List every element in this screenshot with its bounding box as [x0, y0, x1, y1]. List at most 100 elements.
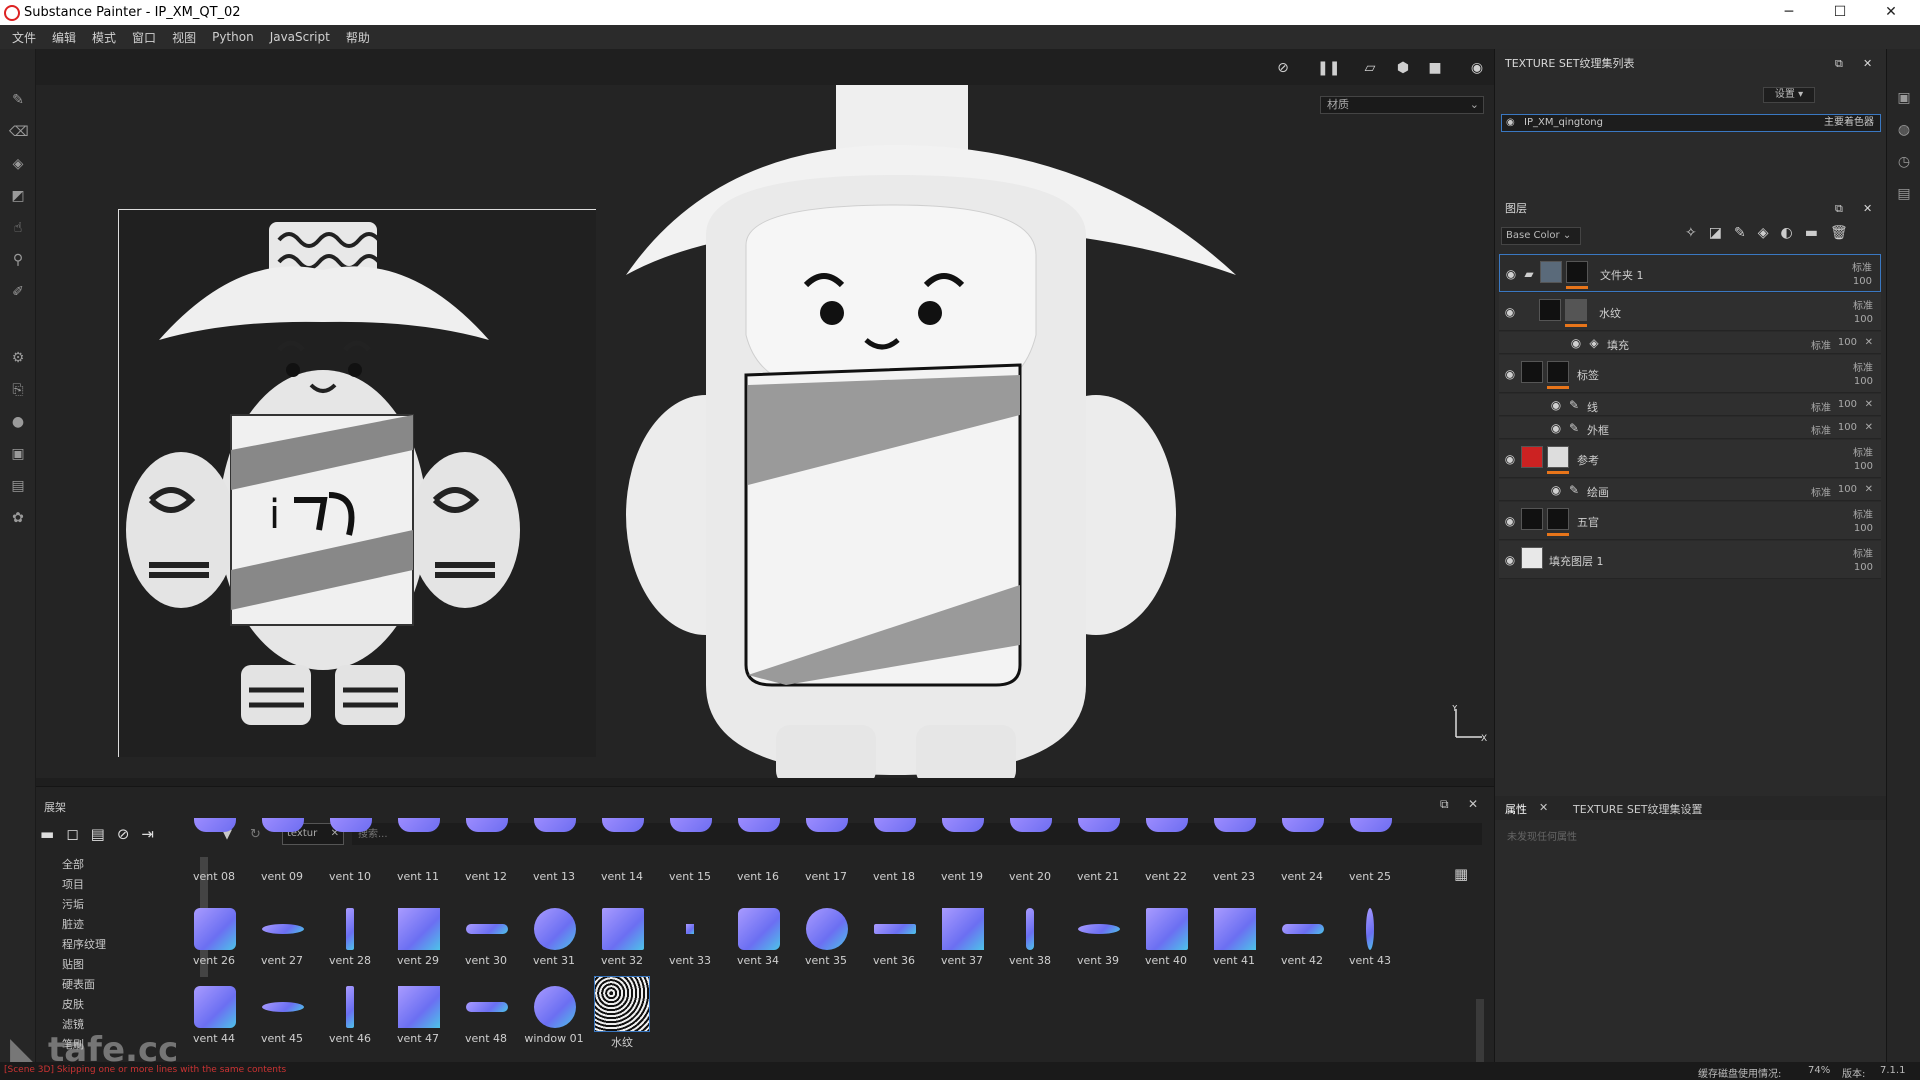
- close-button[interactable]: ✕: [1868, 0, 1914, 25]
- paint-brush-icon[interactable]: ✎: [9, 91, 27, 109]
- blend-mode[interactable]: 标准: [1853, 359, 1873, 374]
- shelf-item[interactable]: vent 32: [588, 902, 656, 980]
- shelf-item[interactable]: vent 15: [656, 818, 724, 896]
- shelf-item[interactable]: vent 08: [180, 818, 248, 896]
- close-icon[interactable]: ✕: [1863, 194, 1872, 224]
- delete-icon[interactable]: 🗑: [1830, 225, 1860, 241]
- shelf-item[interactable]: window 01: [520, 980, 588, 1058]
- menu-mode[interactable]: 模式: [84, 29, 124, 46]
- shelf-item[interactable]: vent 38: [996, 902, 1064, 980]
- menu-file[interactable]: 文件: [4, 29, 44, 46]
- material-mode-select[interactable]: 材质 ⌄: [1320, 96, 1484, 114]
- eye-icon[interactable]: ◉: [1506, 115, 1515, 131]
- eraser-icon[interactable]: ⌫: [9, 123, 29, 141]
- shelf-item[interactable]: vent 28: [316, 902, 384, 980]
- remove-effect-icon[interactable]: ✕: [1865, 484, 1873, 495]
- layer-row[interactable]: ◉ ▰ 文件夹 1 标准 100: [1499, 254, 1881, 292]
- eye-icon[interactable]: ◉: [1503, 305, 1517, 319]
- shelf-item[interactable]: vent 23: [1200, 818, 1268, 896]
- new-item-icon[interactable]: ◻: [66, 825, 90, 843]
- blend-mode[interactable]: 标准: [1853, 506, 1873, 521]
- layer-row[interactable]: ◉ 填充图层 1 标准 100: [1499, 541, 1881, 579]
- opacity[interactable]: 100: [1838, 399, 1857, 410]
- remove-effect-icon[interactable]: ✕: [1865, 399, 1873, 410]
- opacity[interactable]: 100: [1854, 523, 1873, 534]
- eye-icon[interactable]: ◉: [1503, 514, 1517, 528]
- shelf-item[interactable]: vent 31: [520, 902, 588, 980]
- opacity[interactable]: 100: [1854, 376, 1873, 387]
- shelf-item[interactable]: vent 18: [860, 818, 928, 896]
- layer-mask-thumbnail[interactable]: [1565, 299, 1587, 321]
- shelf-category[interactable]: 皮肤: [62, 996, 84, 1012]
- photoshop-icon[interactable]: ▣: [9, 445, 27, 463]
- shelf-item[interactable]: vent 33: [656, 902, 724, 980]
- projection-icon[interactable]: ◈: [9, 155, 27, 173]
- opacity[interactable]: 100: [1853, 276, 1872, 287]
- shelf-category[interactable]: 项目: [62, 876, 84, 892]
- eye-icon[interactable]: ◉: [1549, 421, 1563, 435]
- shelf-item[interactable]: vent 12: [452, 818, 520, 896]
- shelf-item[interactable]: vent 41: [1200, 902, 1268, 980]
- texture-set-item[interactable]: ◉ IP_XM_qingtong 主要着色器: [1501, 114, 1881, 132]
- settings-icon[interactable]: ✿: [9, 509, 27, 527]
- blend-mode[interactable]: 标准: [1853, 297, 1873, 312]
- shelf-item[interactable]: vent 36: [860, 902, 928, 980]
- float-icon[interactable]: ⧉: [1835, 194, 1843, 224]
- shelf-item[interactable]: vent 40: [1132, 902, 1200, 980]
- layer-mask-thumbnail[interactable]: [1547, 508, 1569, 530]
- opacity[interactable]: 100: [1838, 422, 1857, 433]
- add-folder-icon[interactable]: ▬: [1805, 225, 1830, 241]
- shelf-category[interactable]: 程序纹理: [62, 936, 106, 952]
- export-icon[interactable]: ⎘: [9, 381, 27, 399]
- shelf-item[interactable]: vent 09: [248, 818, 316, 896]
- menu-window[interactable]: 窗口: [124, 29, 164, 46]
- texture-set-icon[interactable]: ▣: [1895, 89, 1913, 107]
- layer-mask-thumbnail[interactable]: [1547, 446, 1569, 468]
- shelf-item[interactable]: vent 47: [384, 980, 452, 1058]
- screenshot-icon[interactable]: ◉: [1467, 58, 1487, 78]
- color-picker-icon[interactable]: ✐: [9, 283, 27, 301]
- blend-mode[interactable]: 标准: [1853, 444, 1873, 459]
- shelf-category[interactable]: 污垢: [62, 896, 84, 912]
- document-icon[interactable]: ▤: [9, 477, 27, 495]
- shelf-item[interactable]: vent 35: [792, 902, 860, 980]
- blend-mode[interactable]: 标准: [1811, 484, 1831, 499]
- layer-row[interactable]: ◉ 水纹 标准 100: [1499, 293, 1881, 331]
- shelf-item[interactable]: vent 13: [520, 818, 588, 896]
- remove-effect-icon[interactable]: ✕: [1865, 337, 1873, 348]
- layer-mask-thumbnail[interactable]: [1547, 361, 1569, 383]
- bake-icon[interactable]: ⚙: [9, 349, 27, 367]
- opacity[interactable]: 100: [1838, 484, 1857, 495]
- effect-row[interactable]: ◉ ◈ 填充 标准 100 ✕: [1499, 332, 1881, 354]
- eye-icon[interactable]: ◉: [1569, 336, 1583, 350]
- effect-row[interactable]: ◉ ✎ 绘画 标准 100 ✕: [1499, 479, 1881, 501]
- float-icon[interactable]: ⧉: [1835, 49, 1843, 79]
- log-icon[interactable]: ▤: [1895, 185, 1913, 203]
- shelf-item[interactable]: vent 21: [1064, 818, 1132, 896]
- eye-icon[interactable]: ◉: [1504, 267, 1518, 281]
- remove-effect-icon[interactable]: ✕: [1865, 422, 1873, 433]
- blend-mode[interactable]: 标准: [1811, 399, 1831, 414]
- shelf-item[interactable]: 水纹: [588, 976, 656, 1058]
- smudge-icon[interactable]: ☝: [9, 219, 27, 237]
- shelf-item[interactable]: vent 22: [1132, 818, 1200, 896]
- view-2d-icon[interactable]: ▱: [1360, 58, 1380, 78]
- pause-icon[interactable]: ❚❚: [1317, 58, 1340, 78]
- import-icon[interactable]: ▤: [91, 825, 117, 843]
- add-smart-material-icon[interactable]: ◐: [1780, 225, 1804, 241]
- menu-help[interactable]: 帮助: [338, 29, 378, 46]
- layer-row[interactable]: ◉ 五官 标准 100: [1499, 502, 1881, 540]
- add-effect-icon[interactable]: ✧: [1685, 225, 1709, 241]
- shelf-item[interactable]: vent 30: [452, 902, 520, 980]
- shelf-item[interactable]: vent 19: [928, 818, 996, 896]
- shelf-category[interactable]: 贴图: [62, 956, 84, 972]
- opacity[interactable]: 100: [1838, 337, 1857, 348]
- eye-icon[interactable]: ◉: [1549, 483, 1563, 497]
- viewport-2d-view[interactable]: i: [118, 209, 596, 757]
- shelf-item[interactable]: vent 10: [316, 818, 384, 896]
- tab-texture-set-settings[interactable]: TEXTURE SET纹理集设置: [1573, 801, 1703, 817]
- menu-edit[interactable]: 编辑: [44, 29, 84, 46]
- float-icon[interactable]: ⧉: [1440, 797, 1449, 812]
- folder-icon[interactable]: ▬: [40, 825, 66, 843]
- effect-row[interactable]: ◉ ✎ 线 标准 100 ✕: [1499, 394, 1881, 416]
